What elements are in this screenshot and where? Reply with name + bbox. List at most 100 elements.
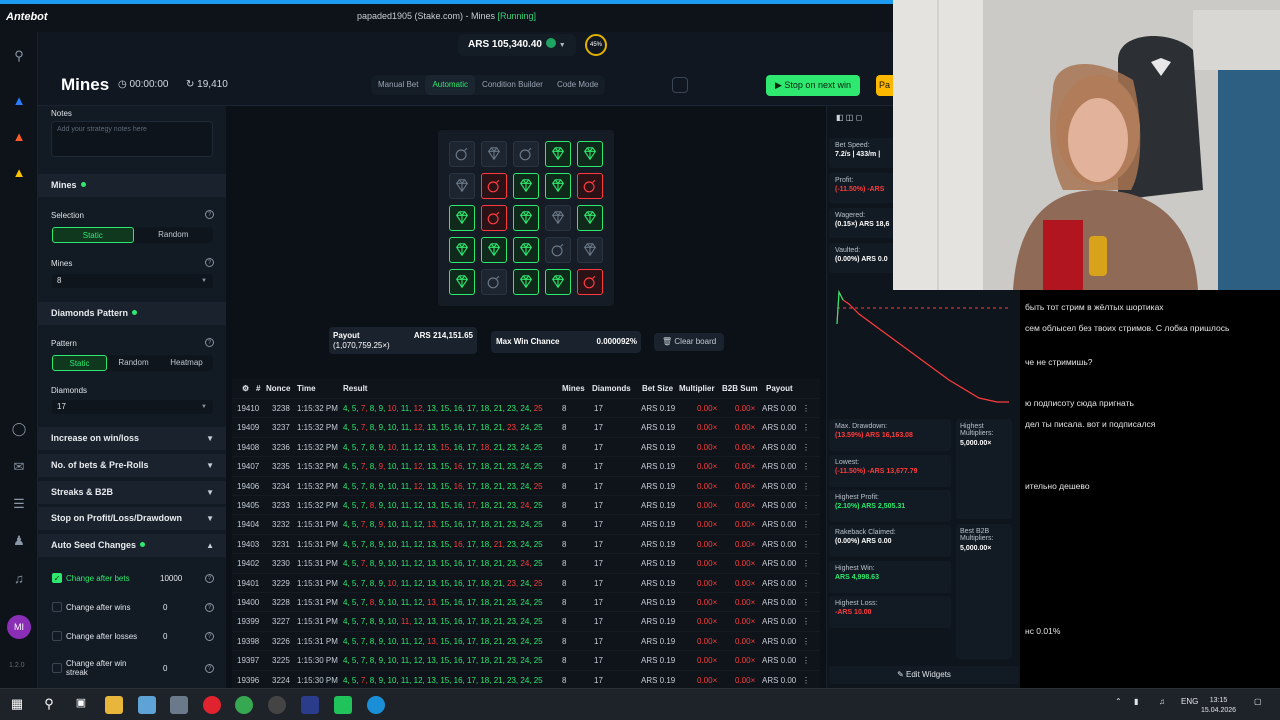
game-nav-icon[interactable]: ▲ (11, 129, 27, 145)
change-after-wins-input[interactable]: 0 (163, 603, 191, 612)
globe-icon[interactable]: ◯ (11, 421, 27, 437)
layout-icons[interactable]: ◧ ◫ ◻ (836, 113, 862, 122)
mines-select[interactable]: 8 ▼ (52, 274, 213, 288)
section-bets-pre-rolls[interactable]: No. of bets & Pre-Rolls ▼ (38, 454, 226, 477)
change-after-losses-input[interactable]: 0 (163, 632, 191, 641)
notes-textarea[interactable]: Add your strategy notes here (51, 121, 213, 157)
change-after-bets-checkbox[interactable]: ✓ (52, 573, 62, 583)
change-after-wins-checkbox[interactable] (52, 602, 62, 612)
board-tile[interactable] (545, 205, 571, 231)
tray-chevron-icon[interactable]: ⌃ (1115, 697, 1122, 706)
table-row[interactable]: 19408 3236 1:15:32 PM 8 17 ARS 0.19 0.00× 0.00×… (232, 436, 820, 456)
window-icon[interactable] (672, 77, 688, 93)
search-icon[interactable]: ⚲ (40, 696, 58, 714)
board-tile[interactable] (449, 269, 475, 295)
task-view-icon[interactable]: ▣ (72, 696, 90, 714)
row-menu-icon[interactable]: ⋮ (802, 617, 810, 626)
selection-random[interactable]: Random (134, 227, 214, 243)
chrome-icon[interactable] (235, 696, 253, 714)
diamonds-select[interactable]: 17 ▼ (52, 400, 213, 414)
section-increase-on-win-loss[interactable]: Increase on win/loss ▼ (38, 427, 226, 450)
board-tile[interactable] (481, 237, 507, 263)
clock[interactable]: 13:15 15.04.2026 (1201, 696, 1236, 716)
file-explorer-icon[interactable] (105, 696, 123, 714)
app-icon[interactable] (138, 696, 156, 714)
section-streaks-b2b[interactable]: Streaks & B2B ▼ (38, 481, 226, 504)
antebot-taskbar-icon[interactable] (334, 696, 352, 714)
table-row[interactable]: 19409 3237 1:15:32 PM 8 17 ARS 0.19 0.00× 0.00×… (232, 417, 820, 436)
board-tile[interactable] (577, 205, 603, 231)
row-menu-icon[interactable]: ⋮ (802, 598, 810, 607)
row-menu-icon[interactable]: ⋮ (802, 656, 810, 665)
row-menu-icon[interactable]: ⋮ (802, 676, 810, 685)
board-tile[interactable] (545, 173, 571, 199)
tab-code-mode[interactable]: Code Mode (550, 75, 605, 95)
table-row[interactable]: 19410 3238 1:15:32 PM 8 17 ARS 0.19 0.00× 0.00×… (232, 398, 820, 417)
row-menu-icon[interactable]: ⋮ (802, 520, 810, 529)
help-icon[interactable]: ? (205, 632, 214, 641)
board-tile[interactable] (449, 237, 475, 263)
calculator-icon[interactable] (170, 696, 188, 714)
board-tile[interactable] (545, 237, 571, 263)
row-menu-icon[interactable]: ⋮ (802, 540, 810, 549)
row-menu-icon[interactable]: ⋮ (802, 443, 810, 452)
stop-on-next-win-button[interactable]: ▶ Stop on next win (766, 75, 860, 96)
section-mines[interactable]: Mines (38, 174, 226, 197)
edge-icon[interactable] (367, 696, 385, 714)
row-menu-icon[interactable]: ⋮ (802, 482, 810, 491)
table-row[interactable]: 19401 3229 1:15:31 PM 8 17 ARS 0.19 0.00× 0.00×… (232, 572, 820, 592)
section-diamonds-pattern[interactable]: Diamonds Pattern (38, 302, 226, 325)
settings-icon[interactable]: ⚙ (242, 384, 249, 393)
opera-icon[interactable] (203, 696, 221, 714)
chat-icon[interactable]: ✉ (11, 459, 27, 475)
tab-condition-builder[interactable]: Condition Builder (475, 75, 550, 95)
board-tile[interactable] (481, 173, 507, 199)
board-tile[interactable] (513, 141, 539, 167)
clear-board-button[interactable]: 🗑 Clear board (654, 333, 725, 351)
board-tile[interactable] (481, 205, 507, 231)
help-icon[interactable]: ? (205, 338, 214, 347)
row-menu-icon[interactable]: ⋮ (802, 637, 810, 646)
change-after-bets-input[interactable]: 10000 (160, 574, 188, 583)
row-menu-icon[interactable]: ⋮ (802, 559, 810, 568)
section-auto-seed-changes[interactable]: Auto Seed Changes ▲ (38, 534, 226, 557)
board-tile[interactable] (481, 141, 507, 167)
row-menu-icon[interactable]: ⋮ (802, 579, 810, 588)
board-tile[interactable] (513, 205, 539, 231)
user-icon[interactable]: ♟ (11, 533, 27, 549)
table-row[interactable]: 19398 3226 1:15:31 PM 8 17 ARS 0.19 0.00× 0.00×… (232, 630, 820, 650)
windows-start-icon[interactable]: ▦ (8, 696, 26, 714)
casino-nav-icon[interactable]: ▲ (11, 165, 27, 181)
table-row[interactable]: 19404 3232 1:15:31 PM 8 17 ARS 0.19 0.00× 0.00×… (232, 514, 820, 533)
balance-display[interactable]: ARS 105,340.40 ▼ (458, 34, 576, 56)
table-row[interactable]: 19397 3225 1:15:30 PM 8 17 ARS 0.19 0.00× 0.00×… (232, 650, 820, 669)
edit-widgets-button[interactable]: ✎ Edit Widgets (829, 666, 1019, 684)
section-stop-on-profit[interactable]: Stop on Profit/Loss/Drawdown ▼ (38, 507, 226, 530)
board-tile[interactable] (449, 173, 475, 199)
board-tile[interactable] (577, 269, 603, 295)
obs-icon[interactable] (268, 696, 286, 714)
notifications-icon[interactable]: ▢ (1254, 697, 1262, 706)
board-tile[interactable] (513, 237, 539, 263)
row-menu-icon[interactable]: ⋮ (802, 501, 810, 510)
board-tile[interactable] (545, 141, 571, 167)
change-after-losses-checkbox[interactable] (52, 631, 62, 641)
row-menu-icon[interactable]: ⋮ (802, 423, 810, 432)
search-icon[interactable]: ⚲ (11, 48, 27, 64)
language-indicator[interactable]: ENG (1181, 697, 1198, 706)
help-icon[interactable]: ? (205, 210, 214, 219)
tab-manual-bet[interactable]: Manual Bet (371, 75, 425, 95)
help-icon[interactable]: ? (205, 603, 214, 612)
board-tile[interactable] (577, 237, 603, 263)
board-tile[interactable] (449, 141, 475, 167)
board-tile[interactable] (513, 173, 539, 199)
pattern-random[interactable]: Random (107, 355, 160, 371)
board-tile[interactable] (481, 269, 507, 295)
table-row[interactable]: 19406 3234 1:15:32 PM 8 17 ARS 0.19 0.00× 0.00×… (232, 475, 820, 495)
help-icon[interactable]: ? (205, 258, 214, 267)
bell-icon[interactable]: ♫ (11, 571, 27, 587)
help-icon[interactable]: ? (205, 664, 214, 673)
table-row[interactable]: 19405 3233 1:15:32 PM 8 17 ARS 0.19 0.00× 0.00×… (232, 495, 820, 514)
pause-button[interactable]: Pa (876, 75, 893, 96)
change-after-win-streak-input[interactable]: 0 (163, 664, 191, 673)
